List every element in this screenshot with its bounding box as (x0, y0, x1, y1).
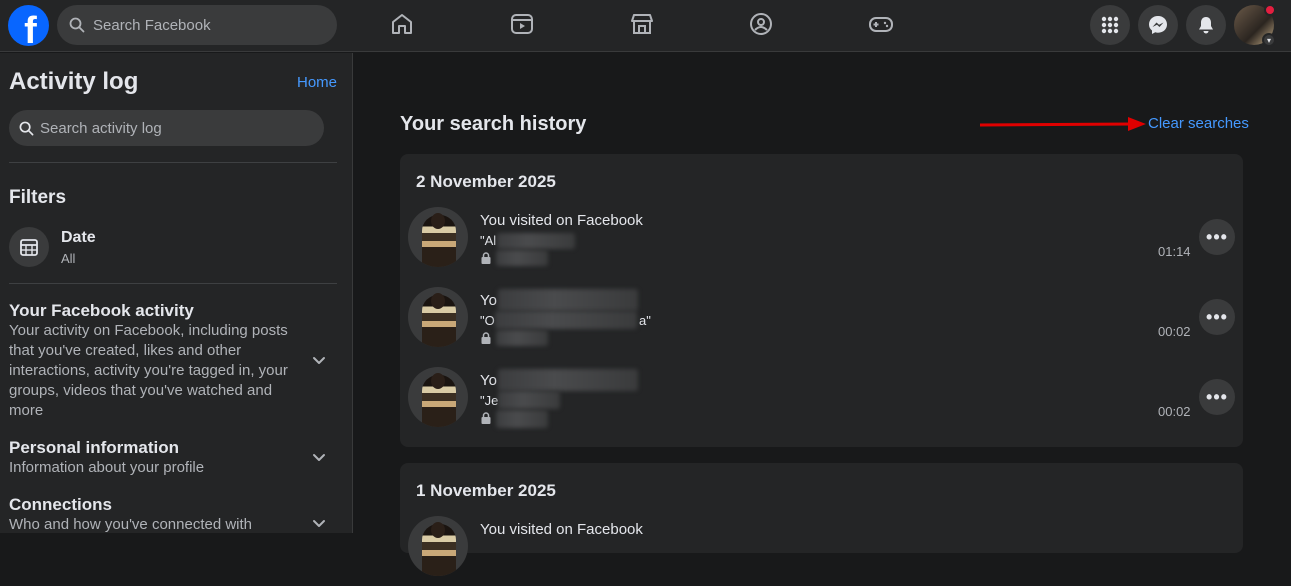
lock-icon (481, 332, 491, 344)
section-personal-information[interactable]: Personal information Information about y… (9, 438, 299, 478)
video-icon[interactable] (509, 11, 535, 37)
section-description: Who and how you've connected with (9, 516, 253, 533)
groups-icon[interactable] (748, 11, 774, 37)
facebook-search-input[interactable]: Search Facebook (57, 5, 337, 45)
search-placeholder: Search activity log (40, 119, 162, 137)
home-icon[interactable] (389, 11, 415, 37)
messenger-icon (1149, 16, 1167, 34)
section-connections[interactable]: Connections Who and how you've connected… (9, 495, 299, 533)
avatar (408, 207, 468, 267)
messenger-button[interactable] (1138, 5, 1178, 45)
day-heading: 1 November 2025 (416, 481, 556, 500)
entry-query: "Al (480, 233, 497, 248)
chevron-down-icon[interactable] (311, 352, 327, 368)
notification-dot (1264, 4, 1276, 16)
page-title: Your search history (400, 113, 587, 135)
lock-icon (481, 252, 491, 264)
entry-query: "O (480, 313, 495, 328)
entry-time: 01:14 (1158, 244, 1191, 259)
divider (9, 162, 337, 163)
filters-heading: Filters (9, 187, 67, 208)
more-options-button[interactable]: ••• (1199, 299, 1235, 335)
section-facebook-activity[interactable]: Your Facebook activity Your activity on … (9, 301, 299, 421)
clear-searches-link[interactable]: Clear searches (1148, 115, 1249, 132)
chevron-down-icon: ▾ (1262, 33, 1276, 47)
entry-title: You visited on Facebook (480, 521, 643, 538)
section-heading: Your Facebook activity (9, 301, 194, 320)
activity-log-search-input[interactable]: Search activity log (9, 110, 324, 146)
section-heading: Personal information (9, 438, 180, 457)
search-placeholder: Search Facebook (93, 16, 211, 34)
entry-time: 00:02 (1158, 324, 1191, 339)
menu-button[interactable] (1090, 5, 1130, 45)
date-filter-value: All (61, 251, 76, 266)
section-description: Information about your profile (9, 459, 205, 476)
entry-title: You visited on Facebook (480, 212, 643, 229)
activity-log-sidebar: Activity log Home Search activity log Fi… (0, 53, 353, 533)
history-entry[interactable]: Yo "Je 00:02 ••• (400, 367, 1243, 437)
entry-query-tail: a" (639, 313, 651, 328)
avatar (408, 287, 468, 347)
marketplace-icon[interactable] (629, 11, 655, 37)
lock-icon (481, 412, 491, 424)
account-avatar[interactable]: ▾ (1234, 4, 1276, 47)
avatar (408, 516, 468, 576)
facebook-logo[interactable]: f (8, 5, 49, 46)
home-link[interactable]: Home (297, 74, 337, 91)
history-entry[interactable]: You visited on Facebook (400, 516, 1243, 586)
history-entry[interactable]: Yo "O a" 00:02 ••• (400, 287, 1243, 357)
entry-title: Yo (480, 292, 497, 309)
sidebar-title: Activity log (9, 68, 139, 95)
section-heading: Connections (9, 495, 112, 514)
notifications-button[interactable] (1186, 5, 1226, 45)
entry-title: Yo (480, 372, 497, 389)
search-icon (19, 121, 34, 135)
date-filter-label[interactable]: Date (61, 229, 96, 247)
avatar (408, 367, 468, 427)
day-heading: 2 November 2025 (416, 172, 556, 191)
chevron-down-icon[interactable] (311, 515, 327, 531)
calendar-icon[interactable] (9, 227, 49, 267)
history-day-card: 2 November 2025 You visited on Facebook … (400, 154, 1243, 447)
section-description: Your activity on Facebook, including pos… (9, 322, 288, 419)
notifications-icon (1199, 17, 1213, 34)
menu-grid-icon (1101, 16, 1119, 34)
entry-time: 00:02 (1158, 404, 1191, 419)
history-day-card: 1 November 2025 You visited on Facebook (400, 463, 1243, 576)
more-options-button[interactable]: ••• (1199, 219, 1235, 255)
annotation-arrow (979, 117, 1146, 131)
search-icon (69, 17, 85, 33)
top-navigation-bar: f Search Facebook ▾ (0, 0, 1291, 52)
chevron-down-icon[interactable] (311, 449, 327, 465)
divider (9, 283, 337, 284)
entry-query: "Je (480, 393, 499, 408)
history-entry[interactable]: You visited on Facebook "Al 01:14 ••• (400, 207, 1243, 277)
gaming-icon[interactable] (868, 11, 894, 37)
more-options-button[interactable]: ••• (1199, 379, 1235, 415)
